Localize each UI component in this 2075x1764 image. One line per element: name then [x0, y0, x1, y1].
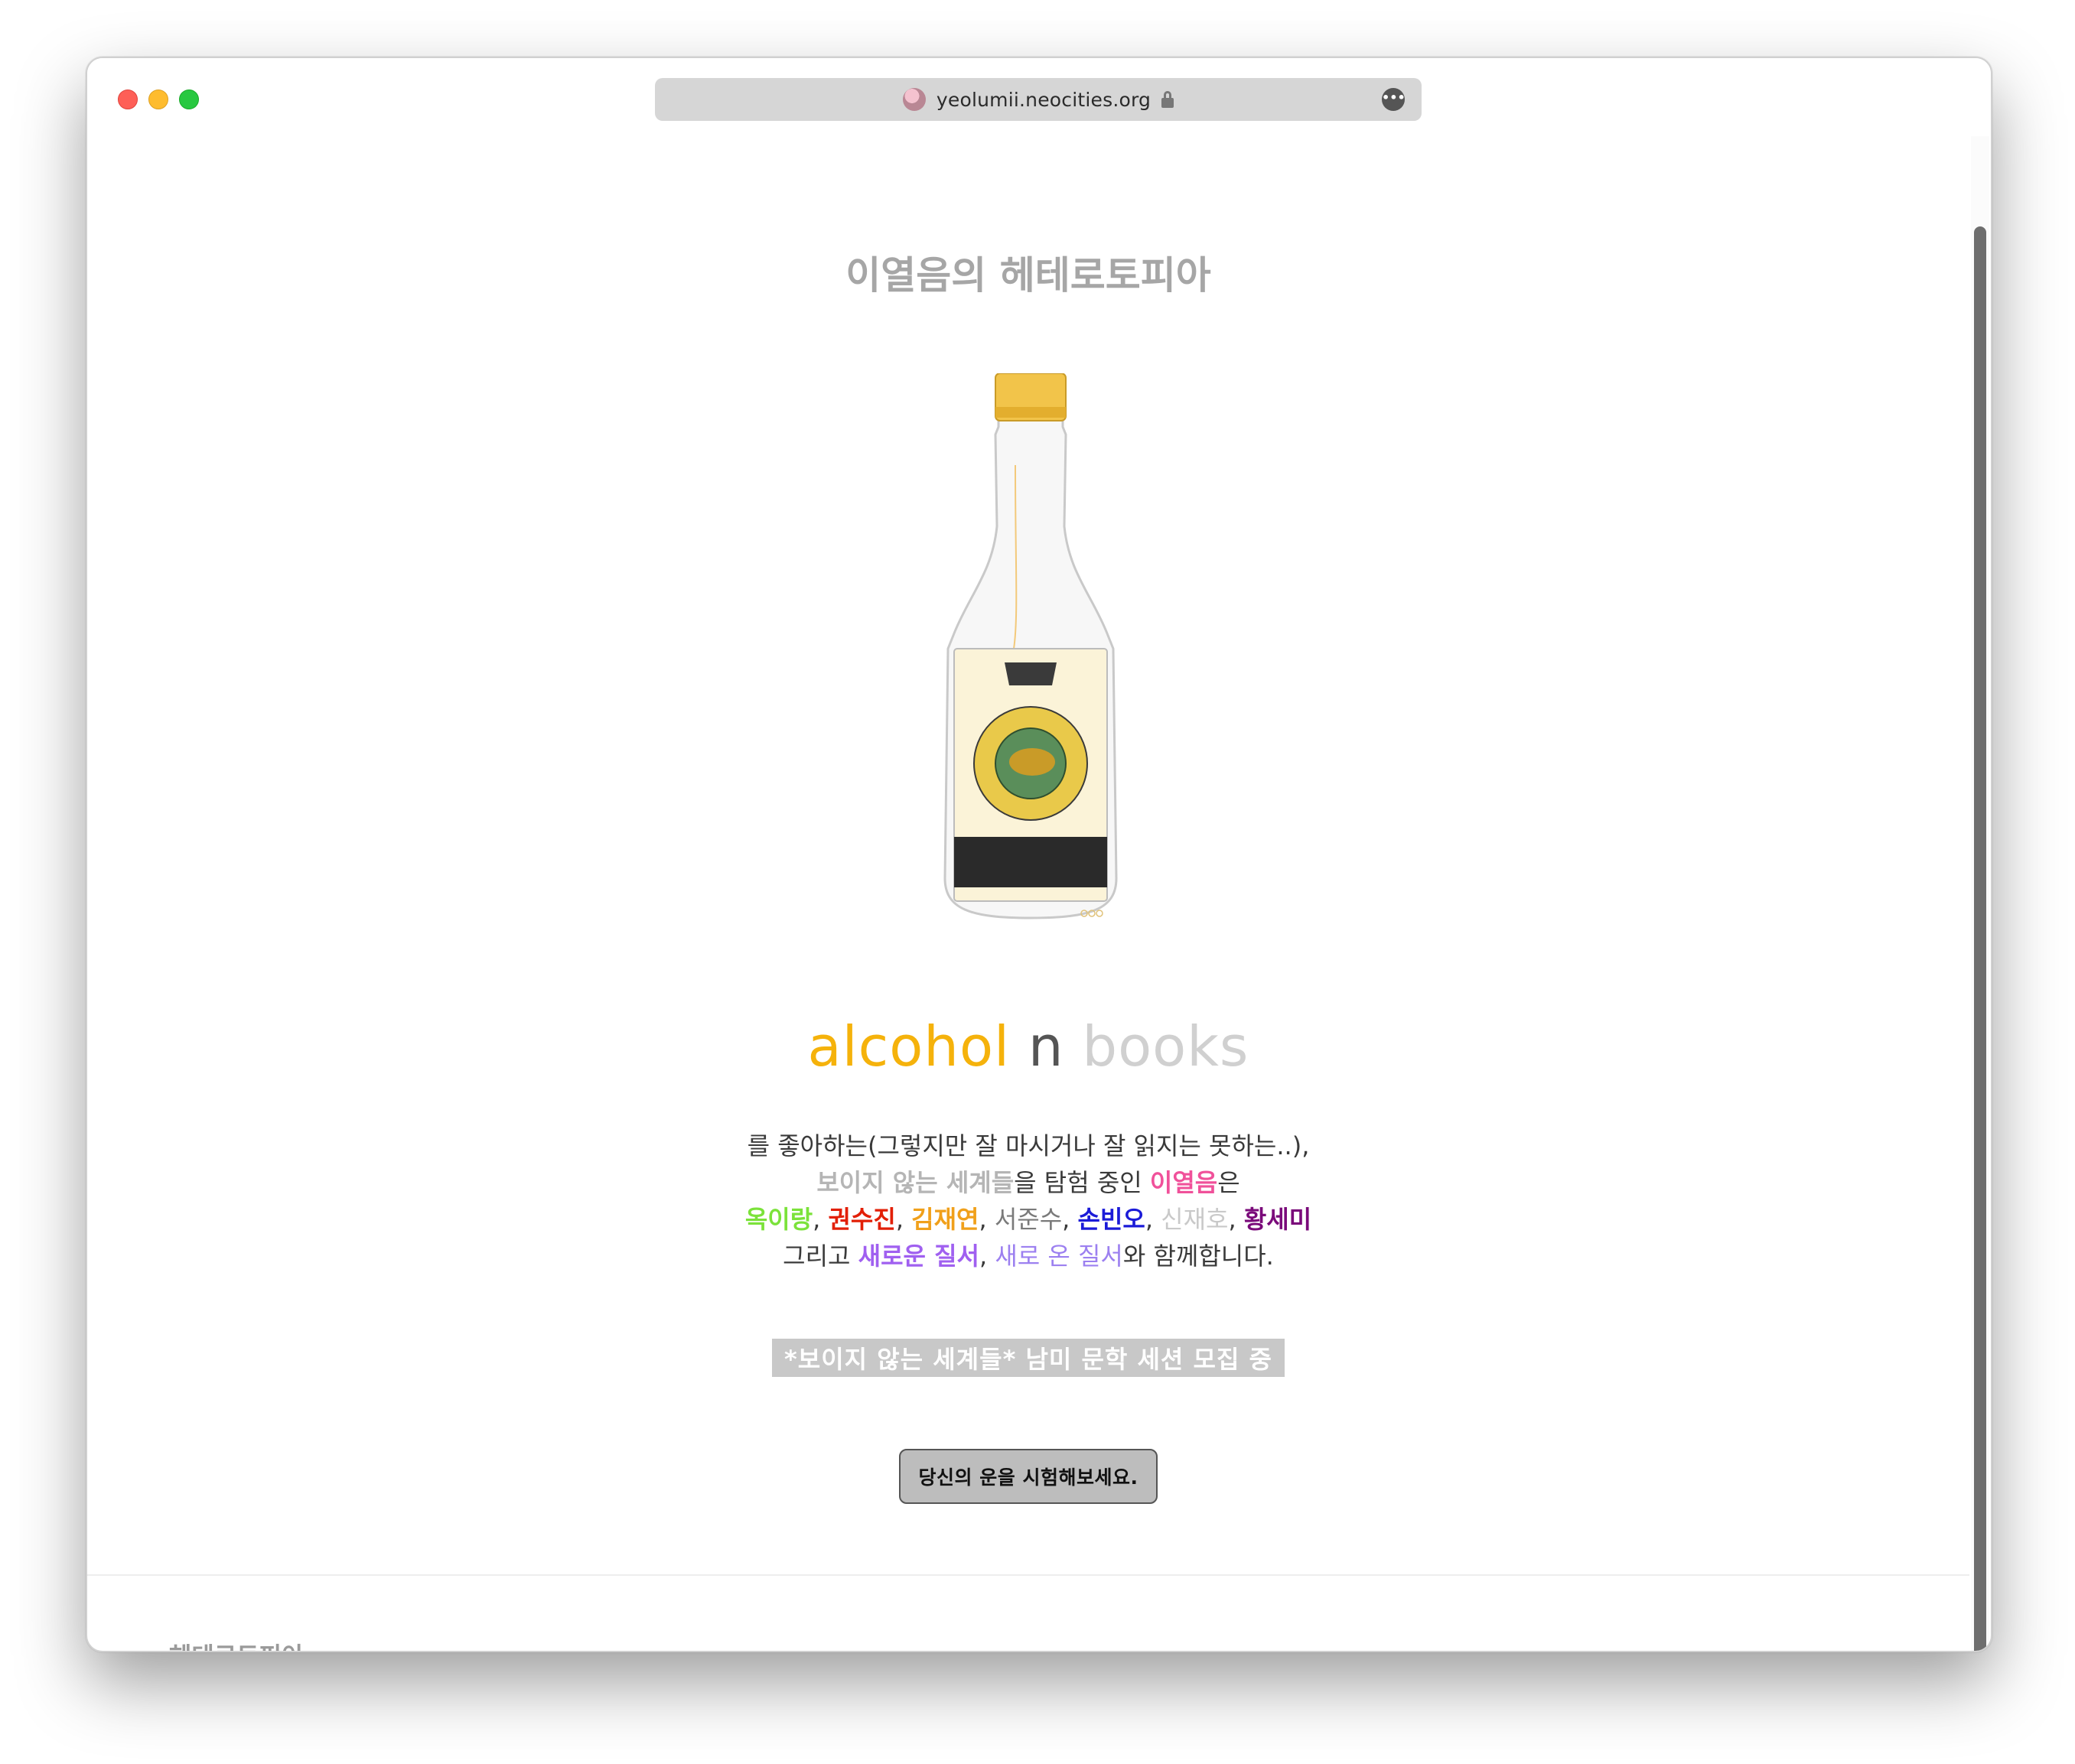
separator: , — [979, 1242, 995, 1271]
disclosure-label: 헤테로토피아 — [169, 1642, 305, 1651]
members-line: 옥이랑, 권수진, 김재연, 서준수, 손빈오, 신재호, 황세미 — [87, 1201, 1969, 1238]
brand-heading: alcohol n books — [87, 1014, 1969, 1079]
page-title: 이열음의 헤테로토피아 — [845, 253, 1211, 298]
maximize-window-button[interactable] — [179, 90, 199, 109]
member-link[interactable]: 서준수 — [995, 1205, 1062, 1234]
member-link[interactable]: 김재연 — [911, 1205, 979, 1234]
address-bar[interactable]: yeolumii.neocities.org ••• — [655, 78, 1422, 121]
site-favicon-icon — [902, 88, 926, 111]
browser-window: yeolumii.neocities.org ••• 이열음의 헤테로토피아 a… — [86, 57, 1992, 1652]
invisible-worlds-link[interactable]: 보이지 않는 세계들 — [816, 1168, 1014, 1197]
separator: , — [979, 1205, 995, 1234]
separator: , — [1145, 1205, 1161, 1234]
new-order-link[interactable]: 새로운 질서 — [858, 1242, 979, 1271]
disclosure-triangle-icon: ▶ — [147, 1648, 160, 1651]
author-name-link[interactable]: 이열음 — [1150, 1168, 1217, 1197]
brand-n: n — [1028, 1014, 1064, 1079]
description-text: 와 함께합니다. — [1122, 1242, 1274, 1271]
scrollbar-thumb[interactable] — [1974, 226, 1986, 1651]
member-link[interactable]: 신재호 — [1161, 1205, 1228, 1234]
description-line-2: 보이지 않는 세계들을 탐험 중인 이열음은 — [87, 1164, 1969, 1201]
member-link[interactable]: 황세미 — [1244, 1205, 1311, 1234]
separator: , — [895, 1205, 912, 1234]
brand-alcohol: alcohol — [807, 1014, 1010, 1079]
heterotopia-disclosure[interactable]: ▶ 헤테로토피아 — [147, 1637, 305, 1651]
minimize-window-button[interactable] — [148, 90, 168, 109]
url-text: yeolumii.neocities.org — [936, 88, 1152, 111]
lock-icon — [1161, 91, 1174, 108]
description-line-1: 를 좋아하는(그렇지만 잘 마시거나 잘 읽지는 못하는..), — [747, 1131, 1310, 1160]
brand-books: books — [1082, 1014, 1249, 1079]
description-text: 그리고 — [783, 1242, 858, 1271]
description-line-4: 그리고 새로운 질서, 새로 온 질서와 함께합니다. — [87, 1238, 1969, 1274]
vodka-bottle-illustration — [943, 373, 1118, 919]
member-link[interactable]: 옥이랑 — [745, 1205, 813, 1234]
description: 를 좋아하는(그렇지만 잘 마시거나 잘 읽지는 못하는..), 보이지 않는 … — [87, 1128, 1969, 1274]
vertical-scrollbar[interactable] — [1971, 136, 1989, 1651]
separator: , — [813, 1205, 829, 1234]
footer-divider — [87, 1574, 1969, 1576]
recruitment-banner[interactable]: *보이지 않는 세계들* 남미 문학 세션 모집 중 — [772, 1339, 1285, 1377]
try-your-luck-button[interactable]: 당신의 운을 시험해보세요. — [898, 1449, 1158, 1504]
title-bar: yeolumii.neocities.org ••• — [87, 58, 1991, 136]
page-content: 이열음의 헤테로토피아 alcohol n books 를 좋아하는(그렇지만 … — [87, 136, 1969, 1651]
separator: , — [1228, 1205, 1244, 1234]
description-text: 은 — [1217, 1168, 1240, 1197]
close-window-button[interactable] — [118, 90, 138, 109]
newly-arrived-order-link[interactable]: 새로 온 질서 — [995, 1242, 1123, 1271]
more-options-icon[interactable]: ••• — [1382, 88, 1406, 111]
description-text: 을 탐험 중인 — [1014, 1168, 1150, 1197]
member-link[interactable]: 손빈오 — [1078, 1205, 1145, 1234]
member-link[interactable]: 권수진 — [828, 1205, 895, 1234]
separator: , — [1062, 1205, 1078, 1234]
